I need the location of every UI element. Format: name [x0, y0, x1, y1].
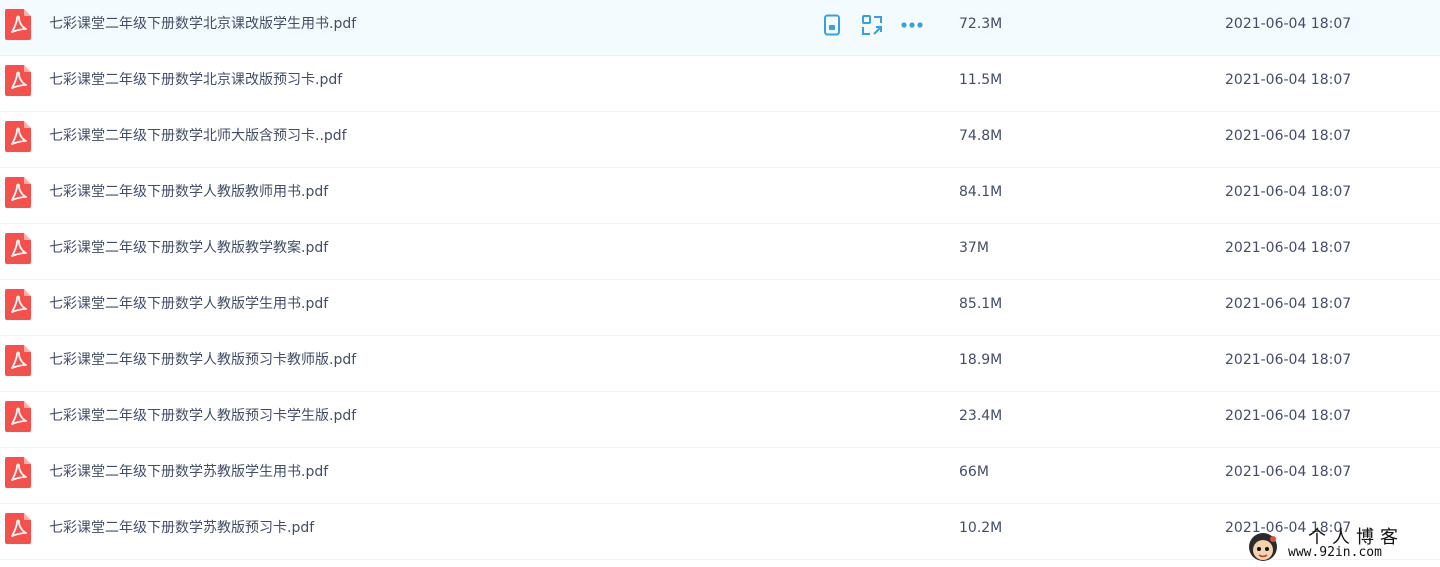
file-row[interactable]: 七彩课堂二年级下册数学人教版教学教案.pdf 37M 2021-06-04 18:0… [0, 224, 1440, 280]
file-size: 74.8M [959, 128, 1003, 144]
file-date: 2021-06-04 18:07 [1225, 128, 1352, 144]
file-size: 37M [959, 240, 989, 256]
phone-icon[interactable] [820, 13, 844, 37]
file-name[interactable]: 七彩课堂二年级下册数学北京课改版预习卡.pdf [49, 56, 342, 104]
file-row[interactable]: 七彩课堂二年级下册数学北京课改版学生用书.pdf 72.3M 2021-06-04… [0, 0, 1440, 56]
file-size: 23.4M [959, 408, 1003, 424]
share-icon[interactable] [860, 13, 884, 37]
pdf-icon [4, 289, 32, 320]
file-name[interactable]: 七彩课堂二年级下册数学北京课改版学生用书.pdf [49, 0, 356, 48]
file-row[interactable]: 七彩课堂二年级下册数学苏教版学生用书.pdf 66M 2021-06-04 18:0… [0, 448, 1440, 504]
pdf-icon [4, 9, 32, 40]
file-row[interactable]: 七彩课堂二年级下册数学人教版预习卡学生版.pdf 23.4M 2021-06-04 … [0, 392, 1440, 448]
file-name[interactable]: 七彩课堂二年级下册数学人教版教学教案.pdf [49, 224, 328, 272]
file-name[interactable]: 七彩课堂二年级下册数学人教版预习卡教师版.pdf [49, 336, 356, 384]
file-date: 2021-06-04 18:07 [1225, 184, 1352, 200]
pdf-icon [4, 513, 32, 544]
pdf-icon [4, 65, 32, 96]
file-date: 2021-06-04 18:07 [1225, 464, 1352, 480]
file-list: 七彩课堂二年级下册数学北京课改版学生用书.pdf 72.3M 2021-06-04… [0, 0, 1440, 560]
file-name[interactable]: 七彩课堂二年级下册数学苏教版预习卡.pdf [49, 504, 314, 552]
file-date: 2021-06-04 18:07 [1225, 72, 1352, 88]
file-row[interactable]: 七彩课堂二年级下册数学北京课改版预习卡.pdf 11.5M 2021-06-04 1… [0, 56, 1440, 112]
file-name[interactable]: 七彩课堂二年级下册数学人教版学生用书.pdf [49, 280, 328, 328]
file-size: 72.3M [959, 16, 1003, 32]
file-date: 2021-06-04 18:07 [1225, 408, 1352, 424]
pdf-icon [4, 457, 32, 488]
file-date: 2021-06-04 18:07 [1225, 352, 1352, 368]
mascot-logo [1249, 533, 1277, 561]
pdf-icon [4, 233, 32, 264]
file-date: 2021-06-04 18:07 [1225, 296, 1352, 312]
file-row[interactable]: 七彩课堂二年级下册数学苏教版预习卡.pdf 10.2M 2021-06-04 18:… [0, 504, 1440, 560]
file-size: 66M [959, 464, 989, 480]
file-row[interactable]: 七彩课堂二年级下册数学人教版预习卡教师版.pdf 18.9M 2021-06-04 … [0, 336, 1440, 392]
file-size: 84.1M [959, 184, 1003, 200]
file-row[interactable]: 七彩课堂二年级下册数学北师大版含预习卡..pdf 74.8M 2021-06-04 … [0, 112, 1440, 168]
pdf-icon [4, 401, 32, 432]
file-row[interactable]: 七彩课堂二年级下册数学人教版教师用书.pdf 84.1M 2021-06-04 18… [0, 168, 1440, 224]
pdf-icon [4, 177, 32, 208]
file-size: 85.1M [959, 296, 1003, 312]
file-size: 11.5M [959, 72, 1003, 88]
file-name[interactable]: 七彩课堂二年级下册数学苏教版学生用书.pdf [49, 448, 328, 496]
file-row[interactable]: 七彩课堂二年级下册数学人教版学生用书.pdf 85.1M 2021-06-04 18… [0, 280, 1440, 336]
watermark-url: www.92in.com [1288, 545, 1382, 560]
file-date: 2021-06-04 18:07 [1225, 16, 1352, 32]
file-name[interactable]: 七彩课堂二年级下册数学北师大版含预习卡..pdf [49, 112, 347, 160]
file-date: 2021-06-04 18:07 [1225, 240, 1352, 256]
file-size: 10.2M [959, 520, 1003, 536]
pdf-icon [4, 121, 32, 152]
more-icon[interactable] [900, 13, 924, 37]
watermark: 个人博客 www.92in.com [1242, 523, 1440, 567]
file-name[interactable]: 七彩课堂二年级下册数学人教版教师用书.pdf [49, 168, 328, 216]
pdf-icon [4, 345, 32, 376]
file-name[interactable]: 七彩课堂二年级下册数学人教版预习卡学生版.pdf [49, 392, 356, 440]
file-size: 18.9M [959, 352, 1003, 368]
